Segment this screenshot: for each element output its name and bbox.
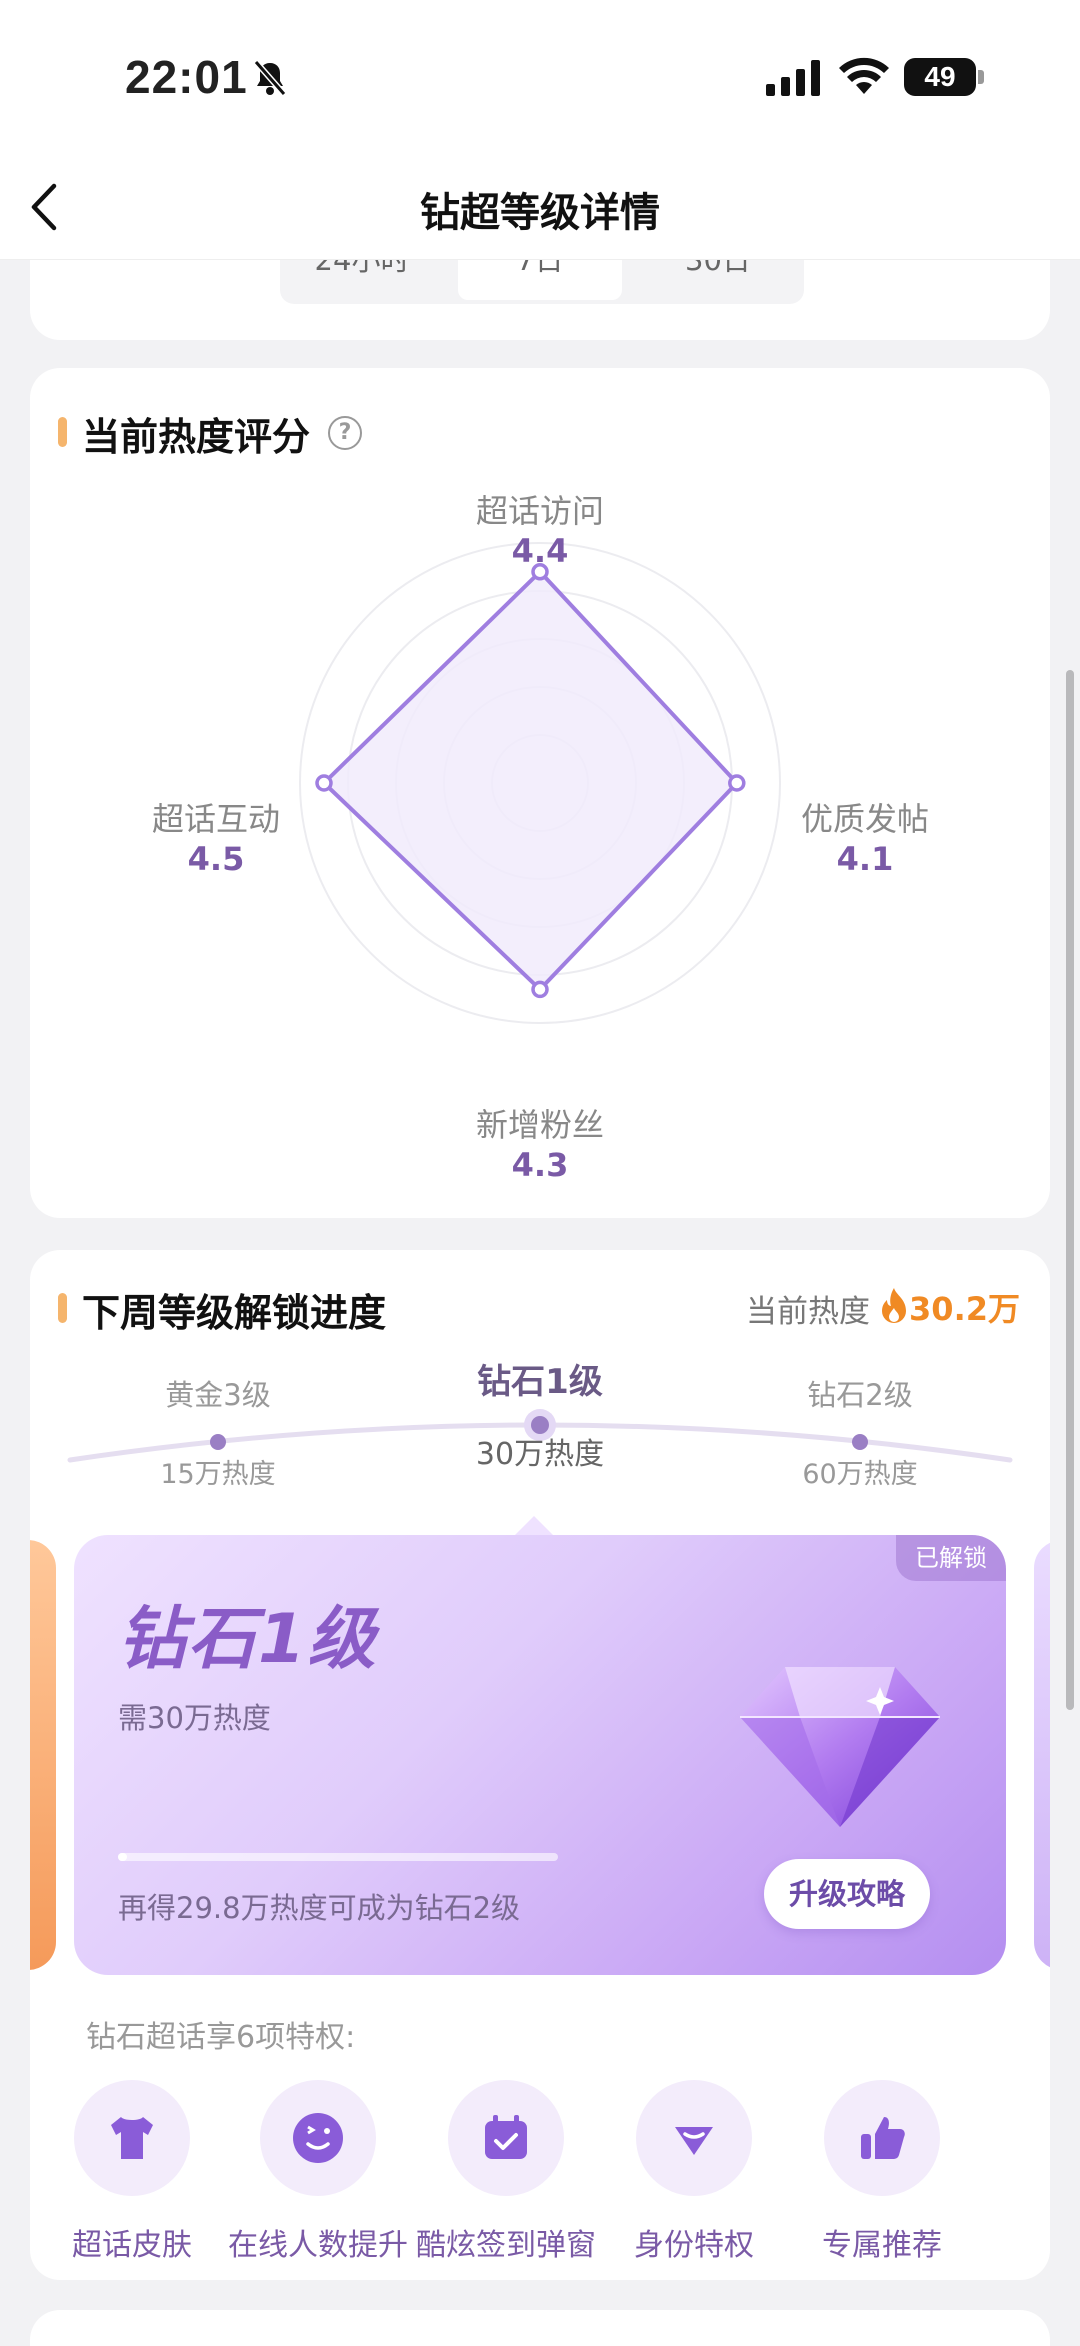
axis-name-interact: 超话互动 [151,800,280,838]
radar-point-2 [728,774,746,792]
axis-value-post: 4.1 [836,840,894,878]
level-name: 黄金3级 [165,1378,271,1412]
heat-score-card: 当前热度评分 ? 超话访问 4.4 优质发帖 4.1 新增粉丝 4.3 超话互动… [30,368,1050,1218]
wifi-icon [839,57,889,94]
axis-value-interact: 4.5 [187,840,245,878]
privilege-item-recommend[interactable]: 专属推荐 [782,2080,982,2264]
smile-wink-icon [260,2080,376,2196]
axis-name-fans: 新增粉丝 [475,1106,604,1144]
scrollbar[interactable] [1066,670,1074,1710]
level-req: 60万热度 [802,1459,918,1490]
privilege-label: 身份特权 [634,2228,754,2263]
next-level-card[interactable] [1034,1540,1050,1970]
level-progress-bar [118,1853,558,1861]
radar-point-4 [315,774,333,792]
gem-badge-icon [636,2080,752,2196]
level-diamond-1[interactable]: 钻石1级 30万热度 [430,1354,650,1473]
axis-value-visit: 4.4 [511,532,569,570]
thumbs-up-icon [824,2080,940,2196]
page-title: 钻超等级详情 [420,190,660,236]
privilege-label: 超话皮肤 [72,2228,192,2263]
axis-name-post: 优质发帖 [800,800,929,838]
level-card: 已解锁 钻石1级 需30万热度 再得29.8万热度可成为钻石2级 升级攻略 [74,1535,1006,1975]
level-card-hint: 再得29.8万热度可成为钻石2级 [118,1891,521,1925]
radar-point-3 [531,980,549,999]
unlocked-badge: 已解锁 [896,1535,1006,1581]
bell-off-icon [253,60,287,96]
level-gold-3[interactable]: 黄金3级 15万热度 [108,1372,328,1491]
current-heat-value: 30.2万 [909,1290,1020,1328]
level-name: 钻石2级 [807,1378,913,1412]
level-progress-fill [118,1853,127,1861]
diamond-gem-icon [740,1667,940,1827]
level-card-title: 钻石1级 [118,1600,378,1679]
fire-icon [882,1288,906,1323]
level-req: 30万热度 [475,1437,605,1472]
nav-bar: 钻超等级详情 [0,150,1080,260]
tshirt-icon [74,2080,190,2196]
calendar-check-icon [448,2080,564,2196]
privilege-item-online[interactable]: 在线人数提升 [218,2080,418,2264]
axis-value-fans: 4.3 [511,1146,569,1184]
status-time: 22:01 [125,51,248,103]
unlock-title: 下周等级解锁进度 [57,1282,386,1337]
prev-level-card[interactable] [30,1540,56,1970]
radar-area [322,569,739,992]
level-card-requirement: 需30万热度 [118,1701,271,1735]
next-section-card [30,2310,1050,2346]
status-bar: 22:01 49 [0,0,1080,150]
battery-indicator: 49 [904,58,976,96]
privilege-item-skin[interactable]: 超话皮肤 [32,2080,232,2264]
battery-cap [978,70,984,84]
current-heat-label: 当前热度 [746,1294,870,1330]
axis-name-visit: 超话访问 [475,492,604,530]
privilege-label: 酷炫签到弹窗 [416,2228,596,2263]
cellular-signal-icon [766,60,820,96]
privilege-item-checkin[interactable]: 酷炫签到弹窗 [406,2080,606,2264]
privilege-item-identity[interactable]: 身份特权 [594,2080,794,2264]
privileges-title: 钻石超话享6项特权: [86,2020,356,2055]
unlock-progress-card: 下周等级解锁进度 当前热度 30.2万 黄金3级 15万热度 钻石1级 30万热… [30,1250,1050,2280]
privilege-label: 专属推荐 [822,2228,942,2263]
privilege-label: 在线人数提升 [228,2228,408,2263]
level-name: 钻石1级 [477,1362,603,1402]
level-req: 15万热度 [160,1459,276,1490]
level-diamond-2[interactable]: 钻石2级 60万热度 [750,1372,970,1491]
upgrade-guide-button[interactable]: 升级攻略 [764,1859,930,1929]
